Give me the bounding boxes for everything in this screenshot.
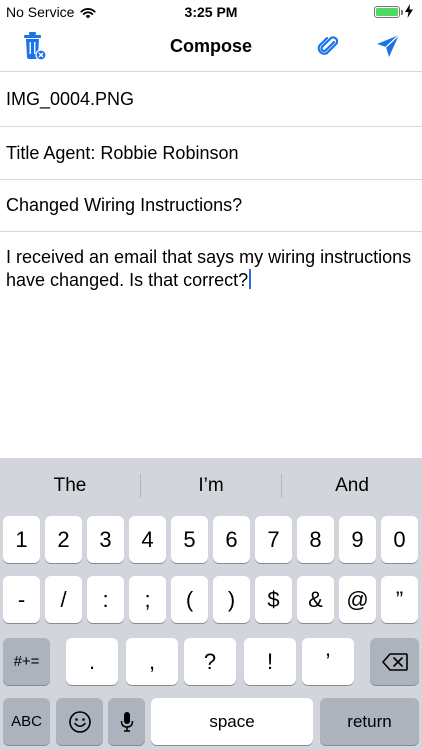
attach-button[interactable]: [312, 32, 344, 64]
emoji-icon: [68, 710, 92, 734]
recipient-value: Title Agent: Robbie Robinson: [6, 142, 239, 163]
microphone-icon: [120, 711, 134, 733]
backspace-key[interactable]: [370, 638, 419, 685]
charging-icon: [404, 4, 414, 18]
backspace-icon: [381, 652, 408, 671]
return-key[interactable]: return: [320, 698, 419, 745]
key-at[interactable]: @: [339, 576, 376, 623]
nav-bar: Compose: [0, 24, 422, 72]
key-slash[interactable]: /: [45, 576, 82, 623]
key-6[interactable]: 6: [213, 516, 250, 563]
emoji-key[interactable]: [56, 698, 103, 745]
status-bar: No Service 3:25 PM: [0, 0, 422, 24]
key-3[interactable]: 3: [87, 516, 124, 563]
text-cursor: [249, 269, 252, 289]
key-1[interactable]: 1: [3, 516, 40, 563]
key-4[interactable]: 4: [129, 516, 166, 563]
suggestion-2[interactable]: I’m: [141, 458, 281, 514]
keyboard: The I’m And 1 2 3 4 5 6 7 8 9 0 - / : ; …: [0, 458, 422, 750]
key-period[interactable]: .: [66, 638, 118, 685]
battery-icon: [374, 6, 403, 18]
send-icon: [375, 33, 401, 64]
status-time: 3:25 PM: [184, 4, 238, 20]
key-ampersand[interactable]: &: [297, 576, 334, 623]
attachment-field[interactable]: IMG_0004.PNG: [0, 73, 422, 127]
attachment-filename: IMG_0004.PNG: [6, 89, 135, 109]
battery-fill: [376, 8, 398, 16]
send-button[interactable]: [372, 32, 404, 64]
key-hyphen[interactable]: -: [3, 576, 40, 623]
key-quote[interactable]: ”: [381, 576, 418, 623]
recipient-field[interactable]: Title Agent: Robbie Robinson: [0, 127, 422, 180]
key-apostrophe[interactable]: ’: [302, 638, 354, 685]
key-more-symbols[interactable]: #+=: [3, 638, 50, 685]
key-abc[interactable]: ABC: [3, 698, 50, 745]
suggestion-bar: The I’m And: [0, 458, 422, 514]
key-exclamation[interactable]: !: [244, 638, 296, 685]
space-key[interactable]: space: [151, 698, 313, 745]
suggestion-1[interactable]: The: [0, 458, 140, 514]
dictation-key[interactable]: [108, 698, 145, 745]
key-dollar[interactable]: $: [255, 576, 292, 623]
key-2[interactable]: 2: [45, 516, 82, 563]
key-open-paren[interactable]: (: [171, 576, 208, 623]
suggestion-3[interactable]: And: [282, 458, 422, 514]
key-5[interactable]: 5: [171, 516, 208, 563]
paperclip-icon: [315, 33, 341, 64]
key-question[interactable]: ?: [184, 638, 236, 685]
key-semicolon[interactable]: ;: [129, 576, 166, 623]
key-8[interactable]: 8: [297, 516, 334, 563]
message-body-field[interactable]: I received an email that says my wiring …: [6, 246, 416, 292]
key-comma[interactable]: ,: [126, 638, 178, 685]
key-7[interactable]: 7: [255, 516, 292, 563]
key-close-paren[interactable]: ): [213, 576, 250, 623]
message-body-text: I received an email that says my wiring …: [6, 247, 412, 290]
key-9[interactable]: 9: [339, 516, 376, 563]
key-colon[interactable]: :: [87, 576, 124, 623]
subject-value: Changed Wiring Instructions?: [6, 195, 243, 215]
page-title: Compose: [169, 36, 252, 56]
subject-field[interactable]: Changed Wiring Instructions?: [0, 180, 422, 232]
key-0[interactable]: 0: [381, 516, 418, 563]
